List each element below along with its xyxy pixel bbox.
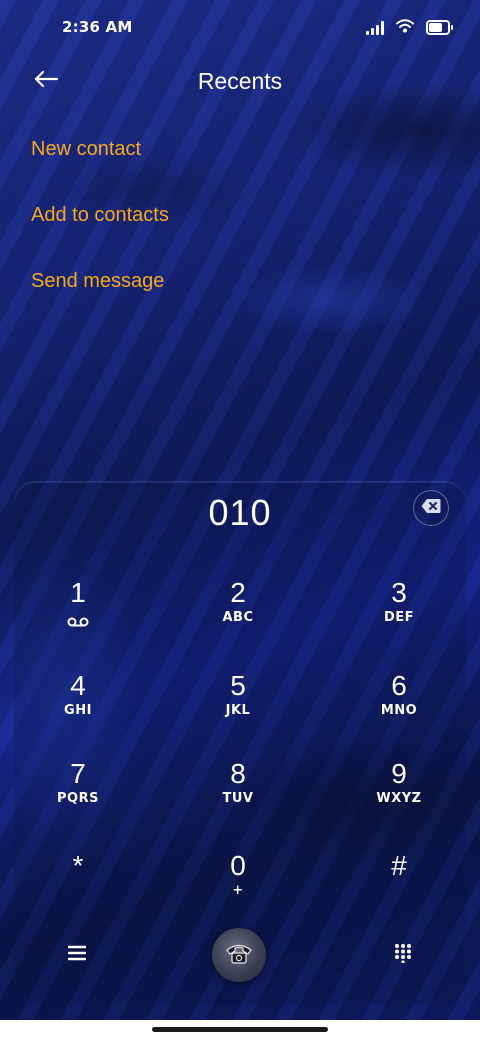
key-4[interactable]: 4 GHI — [33, 669, 123, 739]
key-9[interactable]: 9 WXYZ — [354, 757, 444, 827]
key-8[interactable]: 8 TUV — [193, 757, 283, 827]
key-digit: 6 — [391, 670, 407, 701]
home-indicator[interactable] — [152, 1027, 328, 1032]
key-digit: 1 — [70, 577, 86, 608]
key-letters: TUV — [222, 791, 254, 806]
key-letters: ABC — [222, 610, 254, 625]
send-message-option[interactable]: Send message — [31, 258, 169, 324]
key-letters: MNO — [380, 703, 418, 718]
key-letters: GHI — [64, 703, 92, 718]
wifi-icon — [396, 18, 414, 37]
key-digit: * — [72, 850, 84, 881]
key-6[interactable]: 6 MNO — [354, 669, 444, 739]
key-digit: 2 — [230, 577, 246, 608]
recent-options: New contact Add to contacts Send message — [31, 126, 169, 324]
key-digit: 9 — [391, 758, 407, 789]
key-letters: WXYZ — [376, 791, 422, 806]
key-letters: JKL — [225, 703, 251, 718]
key-1[interactable]: 1 — [33, 576, 123, 646]
key-digit: 3 — [391, 577, 407, 608]
key-5[interactable]: 5 JKL — [193, 669, 283, 739]
key-digit: 7 — [70, 758, 86, 789]
key-3[interactable]: 3 DEF — [354, 576, 444, 646]
dialed-number: 010 — [208, 492, 272, 533]
phone-call-icon — [224, 939, 254, 971]
new-contact-option[interactable]: New contact — [31, 126, 169, 192]
battery-icon — [426, 19, 453, 35]
key-star[interactable]: * — [33, 849, 123, 919]
key-digit: 0 — [230, 850, 246, 881]
dialpad-toggle-button[interactable] — [390, 942, 416, 968]
menu-button[interactable] — [64, 942, 90, 968]
status-time: 2:36 AM — [62, 18, 133, 36]
navigation-bar — [0, 1020, 480, 1040]
add-to-contacts-option[interactable]: Add to contacts — [31, 192, 169, 258]
dialer-screen: 2:36 AM Recents New contact Add to conta… — [0, 0, 480, 1020]
delete-button[interactable] — [413, 490, 449, 526]
voicemail-icon — [67, 612, 89, 631]
call-button[interactable] — [212, 928, 266, 982]
page-title: Recents — [197, 68, 283, 94]
status-icons — [366, 16, 453, 38]
key-letters: DEF — [383, 610, 415, 625]
key-letters: PQRS — [57, 791, 99, 806]
key-hash[interactable]: # — [354, 849, 444, 919]
key-7[interactable]: 7 PQRS — [33, 757, 123, 827]
header: Recents — [0, 56, 480, 108]
key-2[interactable]: 2 ABC — [193, 576, 283, 646]
dialpad-icon — [394, 943, 412, 967]
key-letters: + — [232, 883, 244, 898]
key-0[interactable]: 0 + — [193, 849, 283, 919]
key-digit: # — [391, 850, 407, 881]
key-digit: 8 — [230, 758, 246, 789]
signal-icon — [366, 19, 384, 35]
key-digit: 4 — [70, 670, 86, 701]
key-digit: 5 — [230, 670, 246, 701]
dialer-panel: 010 1 2 ABC 3 DEF 4 GHI 5 JKL 6 MNO 7 PQ… — [14, 482, 466, 1004]
backspace-icon — [421, 498, 441, 518]
menu-icon — [67, 945, 87, 965]
status-bar: 2:36 AM — [0, 0, 480, 56]
